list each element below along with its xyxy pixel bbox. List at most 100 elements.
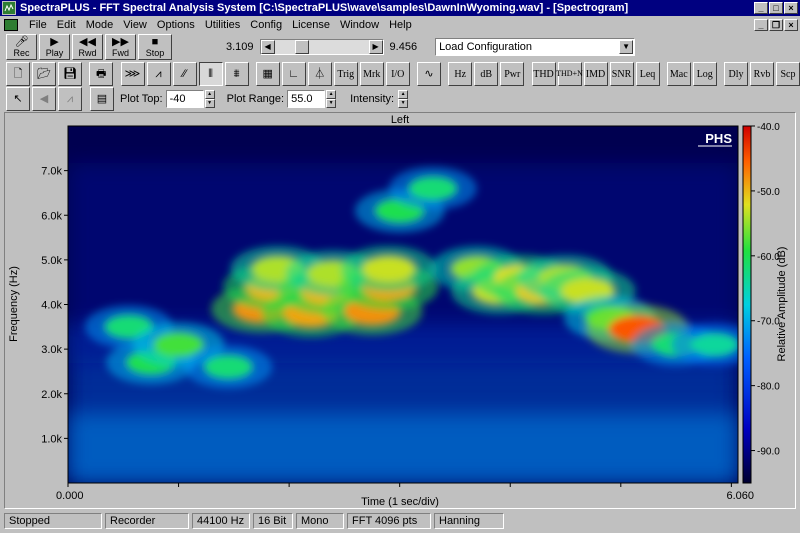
mac-button[interactable]: Mac	[666, 62, 691, 86]
y-axis-label: Frequency (Hz)	[8, 266, 20, 342]
3d-surface-button[interactable]: ⩩	[224, 62, 249, 86]
menu-edit[interactable]: Edit	[52, 19, 81, 31]
weighting-button[interactable]: ⏃	[307, 62, 332, 86]
plot-top-spinner[interactable]: ▲ ▼	[204, 90, 215, 108]
spin-down-icon[interactable]: ▼	[326, 99, 337, 108]
menu-license[interactable]: License	[287, 19, 335, 31]
calculator-icon: ▦	[262, 67, 273, 80]
plot-properties-button[interactable]: ▤	[90, 87, 114, 111]
colorbar-tick-label: -80.0	[757, 382, 780, 393]
rwd-label: Rwd	[78, 47, 97, 58]
hold-button[interactable]: ⩘	[58, 87, 82, 111]
document-icon[interactable]	[4, 18, 18, 31]
play-button[interactable]: ▶ Play	[39, 34, 70, 60]
new-button[interactable]: 🗋	[6, 62, 30, 86]
close-button[interactable]: ×	[784, 2, 798, 14]
spin-up-icon[interactable]: ▲	[326, 90, 337, 99]
spectrogram-plot-area[interactable]: Left 1.0k 2.0k 3.0k 4.0k 5.0k 6.0k 7.0k 0.000 6…	[4, 112, 796, 509]
leq-button[interactable]: Leq	[635, 62, 660, 86]
print-button[interactable]: 🖶	[89, 62, 114, 86]
slider-thumb[interactable]	[294, 40, 309, 54]
app-icon[interactable]	[2, 1, 16, 15]
slider-left-icon[interactable]: ◀	[260, 40, 275, 54]
rvb-button[interactable]: Rvb	[750, 62, 774, 86]
menu-view[interactable]: View	[118, 19, 152, 31]
stop-label: Stop	[145, 47, 165, 58]
y-tick-label: 1.0k	[41, 433, 62, 445]
hz-button[interactable]: Hz	[448, 62, 473, 86]
trig-button[interactable]: Trig	[333, 62, 358, 86]
stop-button[interactable]: ■ Stop	[138, 34, 172, 60]
plot-top-input[interactable]: -40	[165, 90, 204, 108]
doc-close-button[interactable]: ×	[784, 18, 798, 31]
phase-button[interactable]: ∕∕	[172, 62, 197, 86]
menu-config[interactable]: Config	[245, 19, 287, 31]
spin-down-icon[interactable]: ▼	[204, 99, 215, 108]
menu-window[interactable]: Window	[335, 19, 384, 31]
dly-button[interactable]: Dly	[724, 62, 748, 86]
rwd-button[interactable]: ◀◀ Rwd	[72, 34, 103, 60]
maximize-button[interactable]: □	[769, 2, 783, 14]
spectrogram-blob	[361, 255, 416, 282]
save-icon: 💾︎	[63, 67, 77, 80]
time-series-button[interactable]: ⋙	[120, 62, 145, 86]
plot-range-spinner[interactable]: ▲ ▼	[326, 90, 337, 108]
calculator-button[interactable]: ▦	[255, 62, 280, 86]
chevron-down-icon[interactable]: ▼	[619, 40, 634, 54]
io-button[interactable]: I/O	[385, 62, 410, 86]
intensity-spinner[interactable]: ▲ ▼	[398, 90, 409, 108]
load-configuration-value: Load Configuration	[439, 41, 533, 53]
load-configuration-select[interactable]: Load Configuration ▼	[435, 38, 636, 56]
slider-track[interactable]	[274, 40, 369, 54]
thdn-button[interactable]: THD+N	[556, 62, 583, 86]
fast-forward-icon: ▶▶	[112, 35, 129, 48]
position-slider[interactable]: ◀ ▶	[259, 39, 384, 55]
spectrogram-button[interactable]: ⫴	[198, 62, 223, 86]
mrk-button[interactable]: Mrk	[359, 62, 384, 86]
rec-button[interactable]: 🎤︎ Rec	[6, 34, 37, 60]
menu-help[interactable]: Help	[384, 19, 417, 31]
imd-button[interactable]: IMD	[583, 62, 608, 86]
pwr-button[interactable]: Pwr	[500, 62, 525, 86]
stop-icon: ■	[151, 35, 159, 48]
status-window: Hanning	[434, 513, 504, 529]
minimize-button[interactable]: _	[754, 2, 768, 14]
plot-toolbar: ↖ ◀ ⩘ ▤ Plot Top: -40 ▲ ▼ Plot Range: 55.…	[0, 87, 800, 111]
title-bar: SpectraPLUS - FFT Spectral Analysis Syst…	[0, 0, 800, 16]
menu-utilities[interactable]: Utilities	[200, 19, 245, 31]
colorbar	[742, 125, 752, 484]
doc-minimize-button[interactable]: _	[754, 18, 768, 31]
transport-toolbar: 🎤︎ Rec ▶ Play ◀◀ Rwd ▶▶ Fwd ■ Stop 3.109…	[0, 33, 800, 61]
spin-up-icon[interactable]: ▲	[204, 90, 215, 99]
speaker-button[interactable]: ◀	[32, 87, 56, 111]
y-tick-label: 7.0k	[41, 166, 62, 178]
scp-button[interactable]: Scp	[776, 62, 800, 86]
folder-open-icon: 📂︎	[37, 67, 51, 80]
generator-button[interactable]: ∿	[417, 62, 441, 86]
save-button[interactable]: 💾︎	[58, 62, 82, 86]
spin-up-icon[interactable]: ▲	[398, 90, 409, 99]
plot-range-input[interactable]: 55.0	[287, 90, 326, 108]
log-button[interactable]: Log	[692, 62, 717, 86]
window-title: SpectraPLUS - FFT Spectral Analysis Syst…	[20, 2, 629, 14]
pointer-button[interactable]: ↖	[6, 87, 30, 111]
fwd-label: Fwd	[111, 47, 129, 58]
rec-label: Rec	[13, 47, 30, 58]
spectrogram-chart[interactable]: Left 1.0k 2.0k 3.0k 4.0k 5.0k 6.0k 7.0k 0.000 6…	[5, 113, 795, 508]
fwd-button[interactable]: ▶▶ Fwd	[105, 34, 136, 60]
axis-button[interactable]: ∟	[281, 62, 306, 86]
spectrum-button[interactable]: ⩘	[146, 62, 171, 86]
open-button[interactable]: 📂︎	[32, 62, 56, 86]
spin-down-icon[interactable]: ▼	[398, 99, 409, 108]
intensity-label: Intensity:	[350, 93, 395, 105]
snr-button[interactable]: SNR	[609, 62, 634, 86]
status-state: Stopped	[4, 513, 102, 529]
db-button[interactable]: dB	[474, 62, 499, 86]
menu-options[interactable]: Options	[152, 19, 200, 31]
menu-file[interactable]: File	[24, 19, 52, 31]
slider-right-icon[interactable]: ▶	[368, 40, 383, 54]
menu-mode[interactable]: Mode	[81, 19, 119, 31]
status-sample-rate: 44100 Hz	[192, 513, 250, 529]
doc-restore-button[interactable]: ❐	[769, 18, 783, 31]
thd-button[interactable]: THD	[531, 62, 556, 86]
